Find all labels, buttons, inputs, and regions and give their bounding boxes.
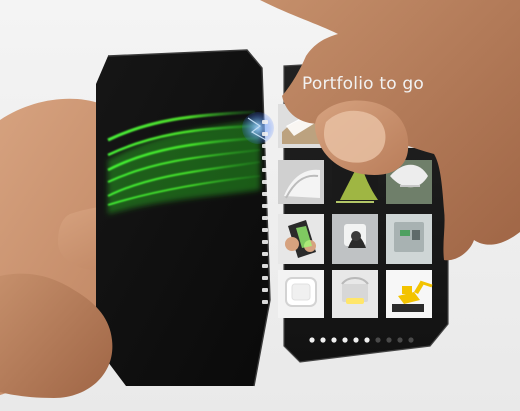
grid-item[interactable] — [332, 214, 378, 264]
page-dot[interactable] — [353, 337, 359, 343]
blue-spark — [242, 112, 274, 144]
scene — [0, 0, 520, 398]
grid-item[interactable] — [386, 270, 433, 318]
page-dot[interactable] — [408, 337, 414, 343]
page-dot[interactable] — [331, 337, 337, 343]
portfolio-title: Portfolio to go — [302, 74, 424, 94]
grid-item[interactable] — [386, 214, 432, 264]
grid-item[interactable] — [332, 270, 378, 318]
page-dot[interactable] — [320, 337, 326, 343]
page-dot-active[interactable] — [375, 337, 381, 343]
grid-item[interactable] — [278, 160, 324, 204]
page-dot[interactable] — [342, 337, 348, 343]
left-panel-body — [96, 50, 270, 386]
page-dot[interactable] — [364, 337, 370, 343]
page-dot[interactable] — [386, 337, 392, 343]
grid-item[interactable] — [278, 214, 324, 264]
page-dot[interactable] — [397, 337, 403, 343]
grid-item[interactable] — [278, 270, 324, 318]
page-dot[interactable] — [309, 337, 315, 343]
